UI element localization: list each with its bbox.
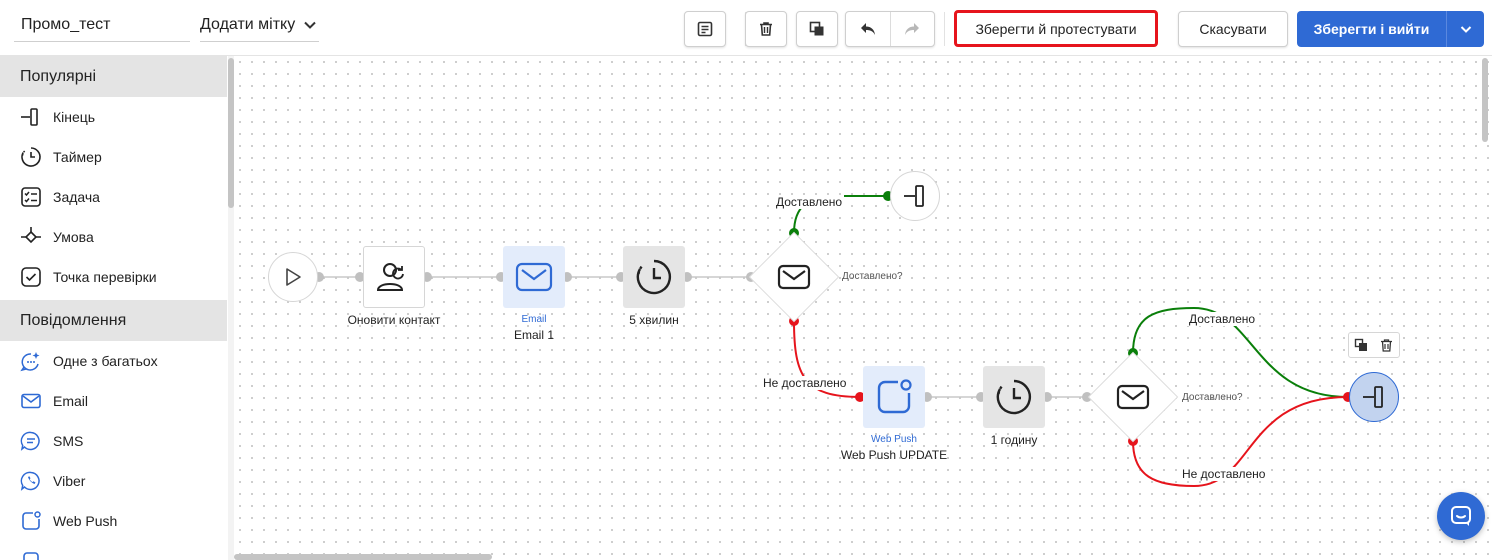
workflow-name-input[interactable] (14, 8, 190, 42)
task-icon (21, 187, 41, 207)
palette-item-partial[interactable] (0, 541, 227, 560)
trash-icon (760, 22, 772, 36)
edge-label-not-delivered-1: Не доставлено (761, 376, 849, 390)
toolbar-divider (944, 12, 945, 46)
timer-node-1hour-label: 1 годину (990, 433, 1038, 447)
sparkle-chat-icon (20, 352, 40, 372)
delivery-check-node-2[interactable] (1102, 366, 1164, 428)
email-icon (515, 262, 553, 292)
undo-redo-group (845, 11, 935, 47)
palette-item-end[interactable]: Кінець (0, 97, 227, 137)
undo-icon (860, 23, 875, 35)
palette-item-viber[interactable]: Viber (0, 461, 227, 501)
delivery-check-node-1[interactable] (763, 246, 825, 308)
webpush-node-label: Web Push UPDATE (840, 448, 948, 462)
email-icon (21, 393, 41, 409)
edge-label-delivered-1: Доставлено (774, 195, 845, 209)
palette-item-task[interactable]: Задача (0, 177, 227, 217)
delete-button[interactable] (745, 11, 787, 47)
node-delete-button[interactable] (1374, 333, 1399, 357)
end-node-2-selected[interactable] (1349, 372, 1399, 422)
palette-item-webpush[interactable]: Web Push (0, 501, 227, 541)
copy-icon (809, 21, 824, 36)
workflow-canvas[interactable]: Оновити контакт Email Email 1 5 хвилин Д… (234, 56, 1492, 560)
save-options-dropdown[interactable] (1446, 11, 1484, 47)
palette-item-email[interactable]: Email (0, 381, 227, 421)
palette-item-sms[interactable]: SMS (0, 421, 227, 461)
copy-button[interactable] (796, 11, 838, 47)
timer-node-1hour[interactable] (983, 366, 1045, 428)
add-tag-label: Додати мітку (200, 15, 296, 33)
chevron-down-icon (304, 21, 316, 29)
palette-item-timer[interactable]: Таймер (0, 137, 227, 177)
play-icon (286, 268, 301, 286)
undo-button[interactable] (846, 12, 891, 46)
save-and-test-button[interactable]: Зберегти й протестувати (954, 10, 1158, 47)
delivery-check-2-question: Доставлено? (1182, 392, 1243, 403)
email-node[interactable] (503, 246, 565, 308)
support-chat-button[interactable] (1437, 492, 1485, 540)
condition-icon (21, 227, 41, 244)
node-copy-button[interactable] (1349, 333, 1374, 357)
contact-sync-icon (376, 263, 404, 291)
checkpoint-icon (21, 267, 41, 287)
add-tag-dropdown[interactable]: Додати мітку (200, 8, 320, 42)
start-node[interactable] (268, 252, 318, 302)
update-contact-node[interactable] (363, 246, 425, 308)
save-and-exit-group: Зберегти і вийти (1297, 11, 1484, 47)
timer-node-5min-label: 5 хвилин (629, 313, 679, 327)
section-messages: Повідомлення (0, 300, 227, 341)
palette-item-checkpoint[interactable]: Точка перевірки (0, 257, 227, 297)
email-icon (1116, 384, 1150, 410)
update-contact-label: Оновити контакт (347, 313, 441, 327)
webpush-node[interactable] (863, 366, 925, 428)
end-icon (21, 108, 38, 126)
timer-icon (996, 379, 1032, 415)
end-node-1[interactable] (890, 171, 940, 221)
edge-label-delivered-2: Доставлено (1187, 312, 1258, 326)
section-popular: Популярні (0, 56, 227, 97)
timer-node-5min[interactable] (623, 246, 685, 308)
canvas-horizontal-scroll-thumb[interactable] (234, 554, 492, 560)
palette-item-condition[interactable]: Умова (0, 217, 227, 257)
viber-icon (20, 471, 40, 491)
trash-icon (1381, 338, 1392, 352)
email-icon (777, 264, 811, 290)
copy-icon (1354, 338, 1367, 351)
sms-icon (20, 431, 40, 451)
timer-icon (21, 147, 41, 167)
canvas-vscroll-thumb[interactable] (1482, 58, 1488, 142)
chat-icon (1451, 506, 1471, 526)
cancel-button[interactable]: Скасувати (1178, 11, 1288, 47)
timer-icon (636, 259, 672, 295)
delivery-check-1-question: Доставлено? (842, 271, 903, 282)
node-mini-toolbar (1348, 332, 1400, 358)
redo-button[interactable] (891, 12, 935, 46)
end-icon (1363, 386, 1383, 408)
canvas-vertical-scrollbar[interactable] (1482, 58, 1488, 558)
mobile-push-icon (23, 552, 39, 560)
connector-layer (314, 191, 1353, 488)
notes-button[interactable] (684, 11, 726, 47)
email-node-label: Email 1 (513, 328, 555, 342)
redo-icon (905, 23, 920, 35)
note-icon (697, 21, 713, 37)
node-palette-sidebar: Популярні Кінець Таймер Задача Умова Точ… (0, 56, 227, 560)
email-node-type: Email (521, 314, 547, 325)
palette-item-one-of-many[interactable]: Одне з багатьох (0, 341, 227, 381)
top-toolbar: Додати мітку Зберегти й протестувати Ска… (0, 0, 1492, 56)
webpush-icon (22, 511, 41, 530)
chevron-down-icon (1460, 26, 1471, 33)
edge-label-not-delivered-2: Не доставлено (1180, 467, 1268, 481)
webpush-node-type: Web Push (871, 434, 917, 445)
webpush-icon (877, 379, 912, 414)
end-icon (904, 185, 924, 207)
save-and-exit-button[interactable]: Зберегти і вийти (1297, 11, 1446, 47)
